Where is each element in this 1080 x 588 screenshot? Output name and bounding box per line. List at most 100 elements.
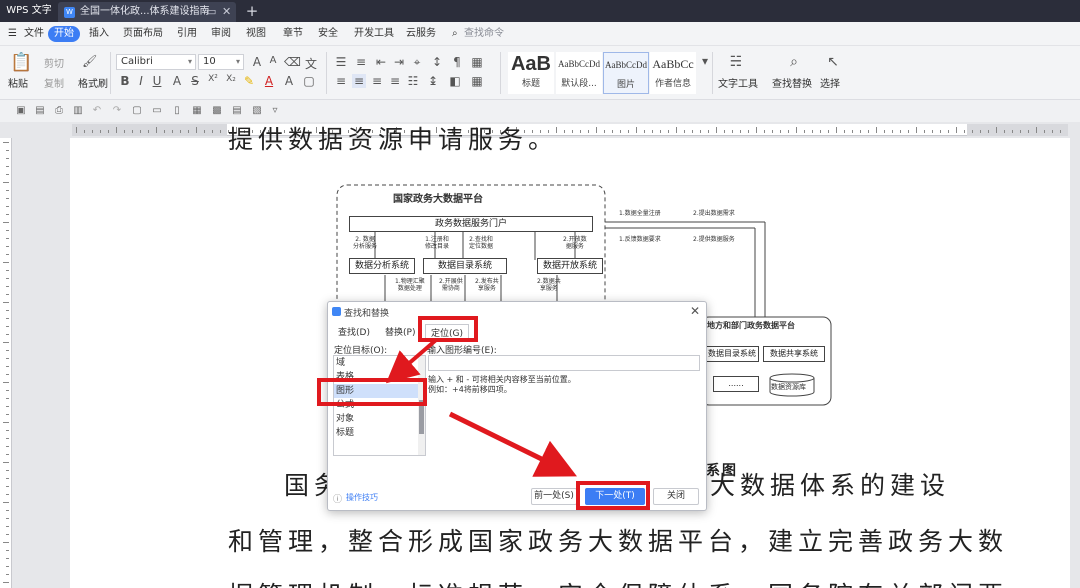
font-color-icon[interactable]: A <box>262 74 276 88</box>
phonetic-icon[interactable]: 文 <box>304 55 318 72</box>
text-tools-icon[interactable]: ☵ <box>729 54 743 70</box>
menu-file[interactable]: 文件 <box>24 26 44 42</box>
sort-icon[interactable]: ↕ <box>430 55 444 69</box>
menu-security[interactable]: 安全 <box>318 26 338 42</box>
redo-icon[interactable]: ↷ <box>110 104 124 118</box>
font-size-select[interactable]: 10 ▾ <box>198 54 244 70</box>
shape-number-input[interactable] <box>428 355 700 371</box>
close-tab-icon[interactable]: ✕ <box>222 2 231 22</box>
paste-icon[interactable]: 📋 <box>10 52 32 73</box>
cut-button[interactable]: 剪切 <box>44 55 64 70</box>
select-icon[interactable]: ↖ <box>826 54 840 70</box>
align-right-icon[interactable]: ≡ <box>370 74 384 88</box>
line-spacing-icon[interactable]: ↨ <box>426 74 440 88</box>
list-item[interactable]: 标题 <box>334 426 425 440</box>
borders-icon[interactable]: ▦ <box>470 74 484 88</box>
numbered-list-icon[interactable]: ≡ <box>354 55 368 69</box>
find-replace-icon[interactable]: ⌕ <box>787 54 801 70</box>
print-preview-icon[interactable]: ▥ <box>71 104 85 118</box>
layout-icon[interactable]: ▦ <box>190 104 204 118</box>
format-painter-button[interactable]: 格式刷 <box>78 75 108 90</box>
close-icon[interactable]: ✕ <box>690 304 700 318</box>
superscript-icon[interactable]: X² <box>206 74 220 84</box>
tab-find[interactable]: 查找(D) <box>338 324 370 342</box>
menu-view[interactable]: 视图 <box>246 26 266 42</box>
close-button[interactable]: 关闭 <box>653 488 699 505</box>
grid-icon[interactable]: ▩ <box>210 104 224 118</box>
char-border-icon[interactable]: ▢ <box>302 74 316 88</box>
open-icon[interactable]: ▯ <box>170 104 184 118</box>
show-marks-icon[interactable]: ¶ <box>450 55 464 69</box>
ruler-tick <box>6 318 9 319</box>
ruler-tick <box>6 150 9 151</box>
new-tab-button[interactable]: + <box>244 2 260 20</box>
style-picture[interactable]: AaBbCcDd 图片 <box>603 52 649 94</box>
menu-references[interactable]: 引用 <box>177 26 197 42</box>
bullet-list-icon[interactable]: ☰ <box>334 55 348 69</box>
export-pdf-icon[interactable]: ▤ <box>33 104 47 118</box>
align-left-icon[interactable]: ≡ <box>334 74 348 88</box>
char-shading-icon[interactable]: A <box>282 74 296 88</box>
horizontal-ruler[interactable] <box>72 124 1068 136</box>
shrink-font-icon[interactable]: A <box>266 55 280 66</box>
search-command-input[interactable]: 查找命令 <box>464 26 504 42</box>
find-replace-button[interactable]: 查找替换 <box>772 75 812 90</box>
tab-replace[interactable]: 替换(P) <box>385 324 415 342</box>
bold-icon[interactable]: B <box>118 74 132 88</box>
justify-icon[interactable]: ≡ <box>388 74 402 88</box>
font-family-select[interactable]: Calibri ▾ <box>116 54 196 70</box>
menu-home[interactable]: 开始 <box>48 26 80 42</box>
text-tools-button[interactable]: 文字工具 <box>718 75 758 90</box>
search-icon[interactable]: ⌕ <box>452 26 458 42</box>
menu-developer[interactable]: 开发工具 <box>354 26 394 42</box>
subscript-icon[interactable]: X₂ <box>224 74 238 84</box>
decrease-indent-icon[interactable]: ⇤ <box>374 55 388 69</box>
document-tab[interactable]: W 全国一体化政...体系建设指南 ▭ ✕ <box>58 2 236 22</box>
style-default[interactable]: AaBbCcDd 默认段... <box>556 52 602 94</box>
select-button[interactable]: 选择 <box>820 75 840 90</box>
print-icon[interactable]: ⎙ <box>52 104 66 118</box>
list-item[interactable]: 域 <box>334 356 425 370</box>
ruler-tick <box>644 130 645 133</box>
chinese-layout-icon[interactable]: ⌖ <box>410 55 424 70</box>
misc-icon[interactable]: ▧ <box>250 104 264 118</box>
table-icon[interactable]: ▤ <box>230 104 244 118</box>
text-effect-icon[interactable]: A <box>170 74 184 88</box>
style-author-info[interactable]: AaBbCc 作者信息 <box>650 52 696 94</box>
app-name[interactable]: WPS 文字 <box>0 0 58 22</box>
increase-indent-icon[interactable]: ⇥ <box>392 55 406 69</box>
more-icon[interactable]: ▿ <box>268 104 282 118</box>
format-painter-icon[interactable]: 🖌 <box>82 54 97 68</box>
styles-more-icon[interactable]: ▾ <box>698 54 712 68</box>
border-icon[interactable]: ▦ <box>470 55 484 69</box>
menu-cloud[interactable]: 云服务 <box>406 26 436 42</box>
dialog-title: 查找和替换 <box>344 309 390 319</box>
underline-icon[interactable]: U <box>150 74 164 88</box>
clear-format-icon[interactable]: ⌫ <box>284 55 301 69</box>
align-center-icon[interactable]: ≡ <box>352 74 366 88</box>
highlight-icon[interactable]: ✎ <box>242 74 256 88</box>
tips-link[interactable]: 操作技巧 <box>346 492 378 503</box>
copy-button[interactable]: 复制 <box>44 75 64 90</box>
menu-insert[interactable]: 插入 <box>89 26 109 42</box>
shading-icon[interactable]: ◧ <box>448 74 462 88</box>
vertical-ruler[interactable] <box>0 138 12 588</box>
previous-button[interactable]: 前一处(S) <box>531 488 577 505</box>
list-item[interactable]: 对象 <box>334 412 425 426</box>
undo-icon[interactable]: ↶ <box>90 104 104 118</box>
menu-chapter[interactable]: 章节 <box>283 26 303 42</box>
distribute-icon[interactable]: ☷ <box>406 74 420 88</box>
view-icon[interactable]: ▢ <box>130 104 144 118</box>
italic-icon[interactable]: I <box>134 74 148 88</box>
save-icon[interactable]: ▣ <box>14 104 28 118</box>
menu-review[interactable]: 审阅 <box>211 26 231 42</box>
new-doc-icon[interactable]: ▭ <box>150 104 164 118</box>
strikethrough-icon[interactable]: S <box>188 74 202 88</box>
diagram-portal: 政务数据服务门户 <box>349 216 593 232</box>
menu-page-layout[interactable]: 页面布局 <box>123 26 163 42</box>
grow-font-icon[interactable]: A <box>250 55 264 69</box>
window-icon[interactable]: ▭ <box>206 2 216 22</box>
hamburger-icon[interactable]: ☰ <box>8 26 17 42</box>
paste-button[interactable]: 粘贴 <box>8 75 28 90</box>
style-heading[interactable]: AaB 标题 <box>508 52 554 94</box>
